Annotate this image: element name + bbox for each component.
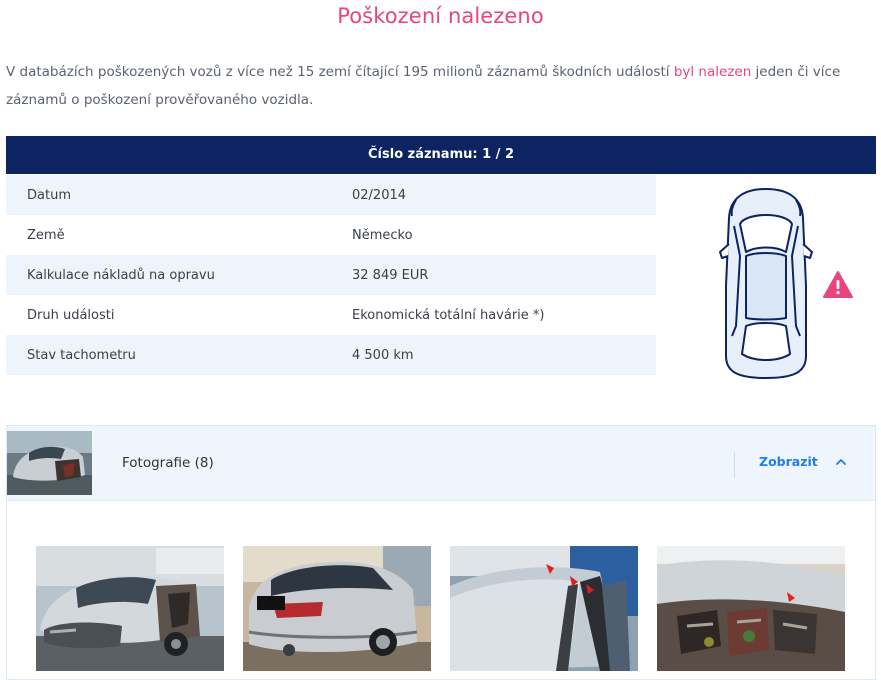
record-value: 32 849 EUR	[352, 267, 429, 283]
intro-text-start: V databázích poškozených vozů z více než…	[6, 64, 674, 80]
intro-highlight: byl nalezen	[673, 64, 752, 80]
damage-photo-3[interactable]	[450, 546, 638, 671]
car-top-view-icon	[719, 188, 813, 379]
photo-thumbnail[interactable]	[7, 431, 92, 495]
intro-text: V databázích poškozených vozů z více než…	[6, 58, 866, 114]
divider	[734, 452, 735, 478]
record-label: Datum	[27, 187, 71, 203]
record-row-date: Datum 02/2014	[6, 175, 656, 215]
record-row-country: Země Německo	[6, 215, 656, 255]
record-value: 4 500 km	[352, 347, 414, 363]
record-value: Ekonomická totální havárie *)	[352, 307, 545, 323]
record-row-repair-cost: Kalkulace nákladů na opravu 32 849 EUR	[6, 255, 656, 295]
record-label: Druh události	[27, 307, 115, 323]
record-row-event-type: Druh události Ekonomická totální havárie…	[6, 295, 656, 335]
record-label: Země	[27, 227, 65, 243]
record-table: Datum 02/2014 Země Německo Kalkulace nák…	[6, 175, 656, 375]
show-photos-button[interactable]: Zobrazit	[759, 454, 818, 469]
record-number-header: Číslo záznamu: 1 / 2	[6, 136, 876, 174]
chevron-up-icon[interactable]	[835, 457, 847, 467]
damage-photo-2[interactable]	[243, 546, 431, 671]
record-label: Stav tachometru	[27, 347, 136, 363]
page-title: Poškození nalezeno	[337, 4, 544, 28]
photos-panel: Fotografie (8) Zobrazit	[6, 425, 876, 680]
record-row-odometer: Stav tachometru 4 500 km	[6, 335, 656, 375]
warning-triangle-icon	[823, 271, 853, 298]
photos-bar[interactable]: Fotografie (8) Zobrazit	[7, 426, 875, 501]
damage-photo-1[interactable]	[36, 546, 224, 671]
record-label: Kalkulace nákladů na opravu	[27, 267, 215, 283]
photos-label: Fotografie (8)	[122, 455, 214, 471]
damage-photo-4[interactable]	[657, 546, 845, 671]
record-value: Německo	[352, 227, 413, 243]
record-value: 02/2014	[352, 187, 407, 203]
